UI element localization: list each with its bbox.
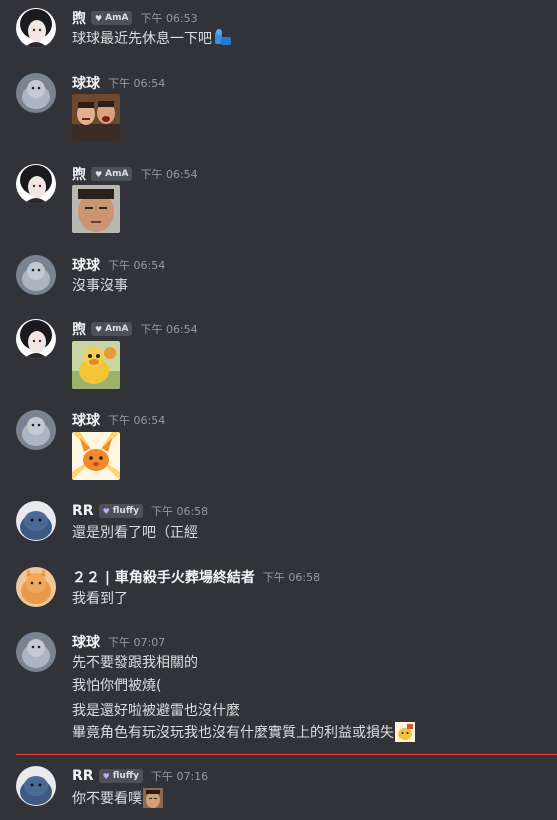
username[interactable]: 球球 xyxy=(72,255,100,275)
avatar[interactable] xyxy=(16,567,56,607)
username[interactable]: RR xyxy=(72,768,94,784)
message-header: RR ♥ fluffy 下午 06:58 xyxy=(72,501,208,521)
server-tag[interactable]: ♥ fluffy xyxy=(98,769,143,783)
sleepy-face-sticker[interactable] xyxy=(72,185,120,233)
timestamp: 下午 06:54 xyxy=(140,168,198,181)
username[interactable]: 煦 xyxy=(72,8,86,28)
message-text: 我是還好啦被避雷也沒什麼 xyxy=(72,703,240,719)
timestamp: 下午 07:07 xyxy=(108,636,166,649)
timestamp: 下午 06:54 xyxy=(108,77,166,90)
avatar[interactable] xyxy=(16,8,56,48)
new-messages-divider xyxy=(16,754,557,755)
message-text: 我看到了 xyxy=(72,591,128,607)
message-header: 球球 下午 07:07 xyxy=(72,632,165,652)
timestamp: 下午 06:58 xyxy=(262,571,321,584)
heart-icon: ♥ xyxy=(95,324,103,334)
username[interactable]: 煦 xyxy=(72,319,86,339)
heart-icon: ♥ xyxy=(95,169,103,179)
username[interactable]: 球球 xyxy=(72,632,100,652)
avatar[interactable] xyxy=(16,501,56,541)
avatar[interactable] xyxy=(16,255,56,295)
server-tag[interactable]: ♥ AmA xyxy=(91,322,133,336)
message-header: 煦 ♥ AmA 下午 06:53 xyxy=(72,8,198,28)
server-tag[interactable]: ♥ AmA xyxy=(91,167,133,181)
avatar[interactable] xyxy=(16,632,56,672)
timestamp: 下午 06:54 xyxy=(140,323,198,336)
timestamp: 下午 06:53 xyxy=(140,12,198,25)
avatar[interactable] xyxy=(16,319,56,359)
timestamp: 下午 06:54 xyxy=(108,414,166,427)
heart-icon: ♥ xyxy=(102,506,110,516)
username[interactable]: 煦 xyxy=(72,164,86,184)
server-tag[interactable]: ♥ AmA xyxy=(91,11,133,25)
avatar[interactable] xyxy=(16,73,56,113)
two-men-laughing-sticker[interactable] xyxy=(72,94,120,142)
message-header: RR ♥ fluffy 下午 07:16 xyxy=(72,766,208,786)
message-header: 煦 ♥ AmA 下午 06:54 xyxy=(72,164,198,184)
username[interactable]: 球球 xyxy=(72,73,100,93)
username[interactable]: 球球 xyxy=(72,410,100,430)
timestamp: 下午 06:58 xyxy=(150,505,209,518)
orange-creature-sticker[interactable] xyxy=(72,432,120,480)
message-header: 煦 ♥ AmA 下午 06:54 xyxy=(72,319,198,339)
message-text: 還是別看了吧（正經 xyxy=(72,525,198,541)
heart-icon: ♥ xyxy=(95,13,103,23)
message-text: 沒事沒事 xyxy=(72,278,128,294)
custom-emoji-icon[interactable] xyxy=(213,28,233,48)
message-header: 球球 下午 06:54 xyxy=(72,410,165,430)
message-text: 先不要發跟我相關的 xyxy=(72,655,198,671)
avatar[interactable] xyxy=(16,766,56,806)
message-header: 球球 下午 06:54 xyxy=(72,73,165,93)
server-tag[interactable]: ♥ fluffy xyxy=(98,504,143,518)
username[interactable]: RR xyxy=(72,503,94,519)
custom-emoji-icon[interactable] xyxy=(143,788,163,808)
message-header: ２２ | 車角殺手火葬場終結者 下午 06:58 xyxy=(72,567,320,587)
yellow-duck-sticker[interactable] xyxy=(72,341,120,389)
message-text: 畢竟角色有玩沒玩我也沒有什麼實質上的利益或損失 xyxy=(72,722,415,744)
message-text: 我怕你們被燒( xyxy=(72,678,162,694)
message-text: 你不要看噗 xyxy=(72,788,163,810)
message-text: 球球最近先休息一下吧 xyxy=(72,28,233,50)
custom-emoji-icon[interactable] xyxy=(395,722,415,742)
avatar[interactable] xyxy=(16,410,56,450)
username[interactable]: ２２ | 車角殺手火葬場終結者 xyxy=(72,567,255,587)
timestamp: 下午 06:54 xyxy=(108,259,166,272)
message-header: 球球 下午 06:54 xyxy=(72,255,165,275)
heart-icon: ♥ xyxy=(102,771,110,781)
timestamp: 下午 07:16 xyxy=(150,770,209,783)
avatar[interactable] xyxy=(16,164,56,204)
